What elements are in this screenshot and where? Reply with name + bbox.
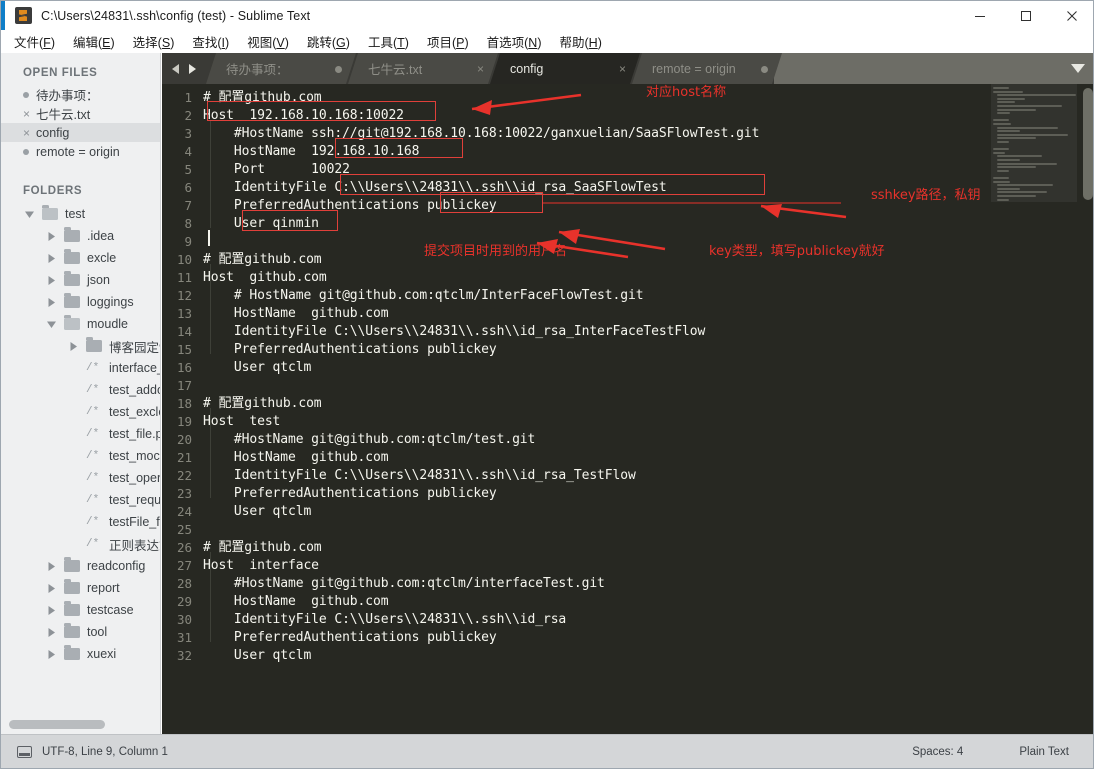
- tab-label: config: [510, 61, 544, 76]
- note-sshkey-path: sshkey路径，私钥: [871, 188, 981, 203]
- status-right-group: Spaces: 4 Plain Text: [912, 746, 1093, 758]
- note-keytype: key类型，填写publickey就好: [709, 244, 885, 259]
- status-indent-setting[interactable]: Spaces: 4: [912, 746, 963, 758]
- save-state-icon: [17, 745, 32, 758]
- tab-close-icon[interactable]: ×: [619, 62, 626, 76]
- note-username: 提交项目时用到的用户名: [424, 244, 568, 259]
- note-host-name: 对应host名称: [646, 85, 727, 100]
- status-syntax-setting[interactable]: Plain Text: [1019, 746, 1069, 758]
- status-bar: UTF-8, Line 9, Column 1 Spaces: 4 Plain …: [1, 734, 1093, 768]
- sublime-text-window: C:\Users\24831\.ssh\config (test) - Subl…: [0, 0, 1094, 769]
- status-position-text: UTF-8, Line 9, Column 1: [42, 745, 168, 758]
- editor-tab-2[interactable]: config ×: [490, 53, 640, 84]
- annotation-arrows: [471, 93, 847, 259]
